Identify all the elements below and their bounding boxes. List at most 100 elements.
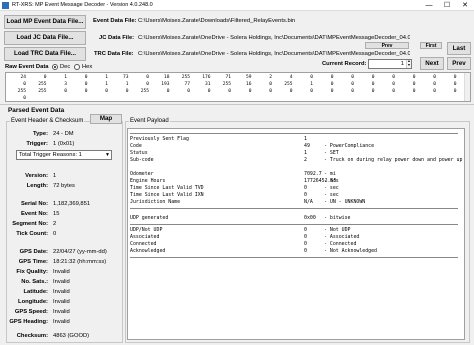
gps-speed-label: GPS Speed: [14, 309, 48, 315]
raw-cell: 0 [330, 75, 334, 80]
title-bar: RT-XRS: MP Event Message Decoder - Versi… [0, 0, 474, 11]
payload-line: Engine Hours 17726452.65- hrs [130, 178, 464, 185]
raw-cell: 0 [146, 82, 149, 87]
payload-value: 2 [304, 157, 307, 163]
length-label: Length: [26, 183, 48, 189]
raw-cell: 0 [166, 89, 170, 94]
load-jc-data-button[interactable]: Load JC Data File... [4, 31, 86, 45]
event-file-path: C:\Users\Moises.Zarate\Downloads\Filtere… [138, 18, 296, 24]
minimize-button[interactable]: — [420, 0, 438, 11]
jc-file-path: C:\Users\Moises.Zarate\OneDrive - Solera… [138, 35, 410, 41]
event-no-label: Event No: [20, 211, 48, 217]
trigger-label: Trigger: [26, 141, 48, 147]
payload-line: Status 1 - SET [130, 150, 464, 157]
chevron-down-icon: ▼ [105, 152, 110, 158]
payload-field: UDP/Not UDP [130, 227, 163, 233]
raw-cell: 0 [392, 82, 395, 87]
payload-field: Time Since Last Valid TVD [130, 185, 204, 191]
payload-line: Time Since Last Valid IXN 0 - sec [130, 192, 464, 199]
event-payload-text[interactable]: Previously Sent Flag 1 Code 49 - PowerCompli… [127, 128, 465, 340]
serial-value: 1,182,369,851 [53, 201, 91, 207]
dec-radio[interactable] [52, 64, 58, 70]
tick-count-value: 0 [53, 231, 57, 237]
payload-value: 1 [304, 150, 307, 156]
version-label: Version: [25, 173, 48, 179]
section-divider [0, 104, 474, 105]
next-button[interactable]: Next [420, 57, 444, 70]
segment-label: Segment No: [12, 221, 48, 227]
map-button[interactable]: Map [90, 114, 122, 124]
raw-cell: 16 [245, 82, 252, 87]
raw-cell: 2 [269, 75, 272, 80]
raw-cell: 0 [84, 82, 88, 87]
raw-cell: 0 [433, 89, 436, 94]
trc-file-path: C:\Users\Moises.Zarate\OneDrive - Solera… [138, 51, 410, 57]
payload-desc: - mi [324, 171, 336, 177]
raw-row: 0 255 3 0 1 1 0 193 77 31 255 16 0 255 1 0 0 0 0 0 0 0 [6, 82, 466, 88]
record-spinner[interactable]: ▲ ▼ [406, 60, 411, 68]
raw-cell: 0 [351, 82, 354, 87]
payload-desc: - PowerCompliance [324, 143, 375, 149]
num-sats-label: No. Sats.: [21, 279, 48, 285]
close-button[interactable]: ✕ [456, 0, 474, 11]
event-payload-label: Event Payload [129, 118, 170, 124]
payload-desc: - sec [324, 185, 339, 191]
prev-top-button[interactable]: Prev [365, 42, 409, 49]
raw-cell: 0 [433, 75, 436, 80]
load-mp-event-button[interactable]: Load MP Event Data File... [4, 15, 86, 29]
raw-cell: 59 [245, 75, 252, 80]
payload-separator [130, 257, 458, 258]
raw-cell: 0 [412, 82, 416, 87]
raw-cell: 0 [248, 89, 252, 94]
maximize-button[interactable]: ☐ [438, 0, 456, 11]
length-value: 72 bytes [53, 183, 75, 189]
raw-cell: 0 [371, 89, 375, 94]
load-trc-data-button[interactable]: Load TRC Data File... [4, 47, 86, 61]
payload-line: Previously Sent Flag 1 [130, 136, 464, 143]
hex-radio[interactable] [74, 64, 80, 70]
payload-field: Engine Hours [130, 178, 166, 184]
raw-cell: 0 [64, 89, 67, 94]
first-button[interactable]: First [420, 42, 442, 49]
payload-value: 0x00 [304, 215, 316, 221]
checksum-label: Checksum: [16, 333, 48, 339]
trigger-reasons-select[interactable]: Total Trigger Reasons: 1 ▼ [16, 150, 112, 160]
payload-line: UDP/Not UDP 0 - Not UDP [130, 227, 464, 234]
payload-separator [130, 208, 458, 209]
payload-value: N/A [304, 199, 313, 205]
prev-button[interactable]: Prev [447, 57, 471, 70]
payload-line: Acknowledged 0 - Not Acknowledged [130, 248, 464, 255]
raw-cell: 255 [140, 89, 149, 94]
gps-speed-value: Invalid [53, 309, 70, 315]
raw-cell: 0 [23, 96, 26, 101]
payload-value: 0 [304, 185, 307, 191]
payload-field: Associated [130, 234, 160, 240]
payload-value: 49 [304, 143, 310, 149]
raw-cell: 18 [163, 75, 170, 80]
event-header-label: Event Header & Checksum [10, 118, 85, 124]
payload-desc: - Associated [324, 234, 360, 240]
raw-cell: 0 [310, 89, 313, 94]
payload-field: Status [130, 150, 148, 156]
raw-cell: 0 [269, 82, 272, 87]
gps-heading-label: GPS Heading: [9, 319, 48, 325]
last-button[interactable]: Last [447, 42, 471, 55]
raw-cell: 0 [371, 75, 375, 80]
raw-cell: 1 [310, 82, 313, 87]
payload-value: 0 [304, 192, 307, 198]
payload-line: Odometer 7092.7- mi [130, 171, 464, 178]
raw-event-grid[interactable]: 24 0 1 0 1 73 0 18 255 176 71 59 2 4 0 0 0 0 0 0 0 0 0 255 3 0 1 1 0… [5, 72, 471, 102]
longitude-value: Invalid [53, 299, 70, 305]
parsed-event-label: Parsed Event Data [8, 107, 65, 114]
current-record-input[interactable]: 1 ▲ ▼ [368, 59, 412, 69]
raw-cell: 0 [23, 82, 26, 87]
raw-cell: 0 [125, 89, 129, 94]
raw-cell: 0 [228, 89, 231, 94]
gps-heading-value: Invalid [53, 319, 70, 325]
raw-cell: 71 [225, 75, 231, 80]
raw-cell: 0 [146, 75, 149, 80]
gps-time-label: GPS Time: [18, 259, 48, 265]
payload-line: Code 49 - PowerCompliance [130, 143, 464, 150]
raw-cell: 24 [20, 75, 26, 80]
raw-row: 255 255 0 0 0 0 255 0 0 0 0 0 0 0 0 0 0 0 0 0 0 0 [6, 89, 466, 95]
